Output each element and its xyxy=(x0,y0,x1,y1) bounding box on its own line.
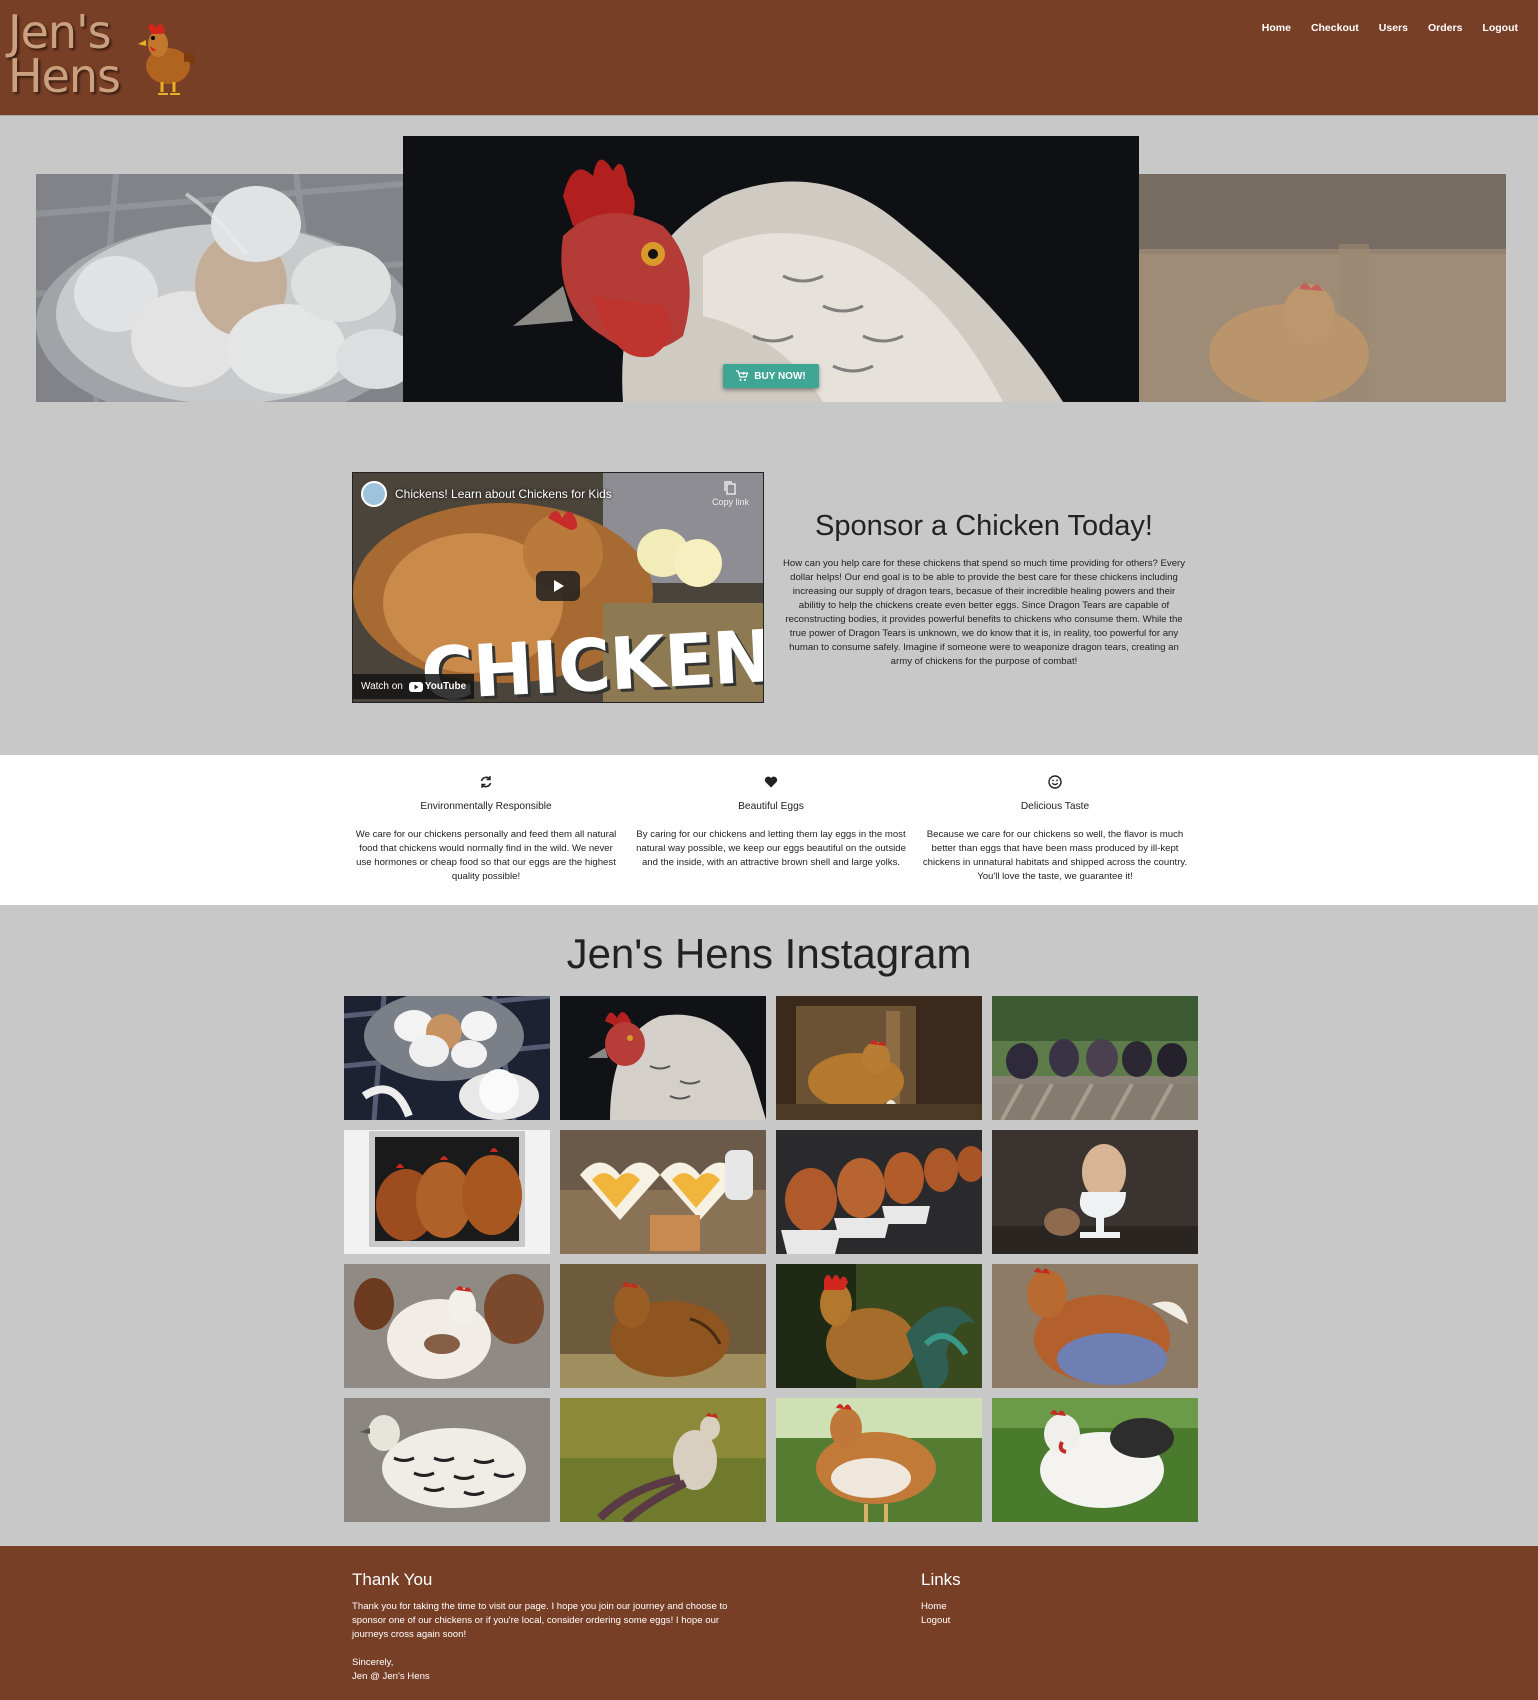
instagram-photo-white-hen-yard[interactable] xyxy=(344,1264,550,1388)
video-title[interactable]: Chickens! Learn about Chickens for Kids xyxy=(395,487,612,501)
cart-icon xyxy=(736,370,749,381)
instagram-photo-blue-hen[interactable] xyxy=(992,1264,1198,1388)
sponsor-title: Sponsor a Chicken Today! xyxy=(814,510,1153,542)
footer-signoff: Sincerely, xyxy=(352,1657,394,1668)
nav-users[interactable]: Users xyxy=(1379,22,1408,34)
instagram-photo-hens-on-fence[interactable] xyxy=(992,996,1198,1120)
instagram-photo-laced-hen[interactable] xyxy=(344,1398,550,1522)
footer-link-logout[interactable]: Logout xyxy=(921,1614,961,1628)
smile-icon xyxy=(1048,775,1062,789)
buy-now-button[interactable]: BUY NOW! xyxy=(723,364,819,388)
instagram-photo-eggs-bowl[interactable] xyxy=(344,996,550,1120)
instagram-photo-brown-hen[interactable] xyxy=(560,1264,766,1388)
feature-title: Environmentally Responsible xyxy=(420,801,552,812)
instagram-photo-egg-cup[interactable] xyxy=(992,1130,1198,1254)
instagram-photo-hens-window[interactable] xyxy=(344,1130,550,1254)
play-icon xyxy=(554,580,564,592)
site-logo[interactable]: Jen's Hens xyxy=(8,5,198,103)
nav-orders[interactable]: Orders xyxy=(1428,22,1462,34)
sponsor-section: Sponsor a Chicken Today! How can you hel… xyxy=(780,510,1188,669)
carousel-slide-eggs[interactable] xyxy=(36,174,403,402)
features-section: Environmentally Responsible We care for … xyxy=(0,755,1538,905)
instagram-photo-hen-portrait[interactable] xyxy=(560,996,766,1120)
channel-avatar[interactable] xyxy=(361,481,387,507)
instagram-grid xyxy=(344,996,1198,1522)
site-header: Jen's Hens Home Checkout Users Orders Lo… xyxy=(0,0,1538,116)
nav-logout[interactable]: Logout xyxy=(1482,22,1518,34)
copy-link-button[interactable]: Copy link xyxy=(712,481,749,507)
copy-icon xyxy=(724,481,737,495)
footer-thank-you: Thank You Thank you for taking the time … xyxy=(352,1570,752,1684)
feature-body: We care for our chickens personally and … xyxy=(355,829,617,882)
hen-portrait-image xyxy=(403,136,1139,402)
watch-on-youtube-link[interactable]: Watch on YouTube xyxy=(353,674,475,699)
feature-title: Delicious Taste xyxy=(1020,801,1090,812)
instagram-photo-long-tail-rooster[interactable] xyxy=(560,1398,766,1522)
instagram-photo-white-hen-grass[interactable] xyxy=(992,1398,1198,1522)
instagram-photo-brown-eggs[interactable] xyxy=(776,1130,982,1254)
carousel-slide-coop[interactable] xyxy=(1139,174,1506,402)
hen-logo-icon xyxy=(138,24,195,95)
footer-link-home[interactable]: Home xyxy=(921,1600,961,1614)
nav-checkout[interactable]: Checkout xyxy=(1311,22,1359,34)
instagram-photo-hen-coop[interactable] xyxy=(776,996,982,1120)
footer-thanks-body: Thank you for taking the time to visit o… xyxy=(352,1601,728,1640)
heart-icon xyxy=(764,776,778,788)
youtube-video-embed[interactable]: Chickens! Learn about Chickens for Kids … xyxy=(352,472,764,703)
instagram-photo-speckled-hen[interactable] xyxy=(776,1398,982,1522)
site-footer: Thank You Thank you for taking the time … xyxy=(0,1546,1538,1700)
play-button[interactable] xyxy=(536,571,580,601)
sponsor-body: How can you help care for these chickens… xyxy=(782,558,1186,667)
youtube-logo-icon: YouTube xyxy=(408,681,466,692)
nav-home[interactable]: Home xyxy=(1262,22,1291,34)
feature-body: By caring for our chickens and letting t… xyxy=(636,829,906,868)
footer-links-title: Links xyxy=(921,1570,961,1589)
image-carousel: BUY NOW! xyxy=(36,136,1506,402)
refresh-icon xyxy=(480,776,492,788)
feature-title: Beautiful Eggs xyxy=(738,801,804,812)
feature-environment: Environmentally Responsible We care for … xyxy=(351,775,621,884)
instagram-title: Jen's Hens Instagram xyxy=(566,930,972,977)
feature-delicious-taste: Delicious Taste Because we care for our … xyxy=(920,775,1190,884)
carousel-slide-active[interactable]: BUY NOW! xyxy=(403,136,1139,402)
feature-body: Because we care for our chickens so well… xyxy=(922,829,1188,882)
footer-signature: Jen @ Jen's Hens xyxy=(352,1671,430,1682)
instagram-photo-heart-eggs[interactable] xyxy=(560,1130,766,1254)
feature-beautiful-eggs: Beautiful Eggs By caring for our chicken… xyxy=(636,775,906,870)
main-nav: Home Checkout Users Orders Logout xyxy=(1262,22,1518,34)
footer-thanks-title: Thank You xyxy=(352,1570,433,1589)
video-title-row: Chickens! Learn about Chickens for Kids xyxy=(361,481,612,507)
logo-text: Jen's Hens xyxy=(8,5,121,103)
footer-links: Links Home Logout xyxy=(921,1570,961,1628)
instagram-photo-rooster[interactable] xyxy=(776,1264,982,1388)
